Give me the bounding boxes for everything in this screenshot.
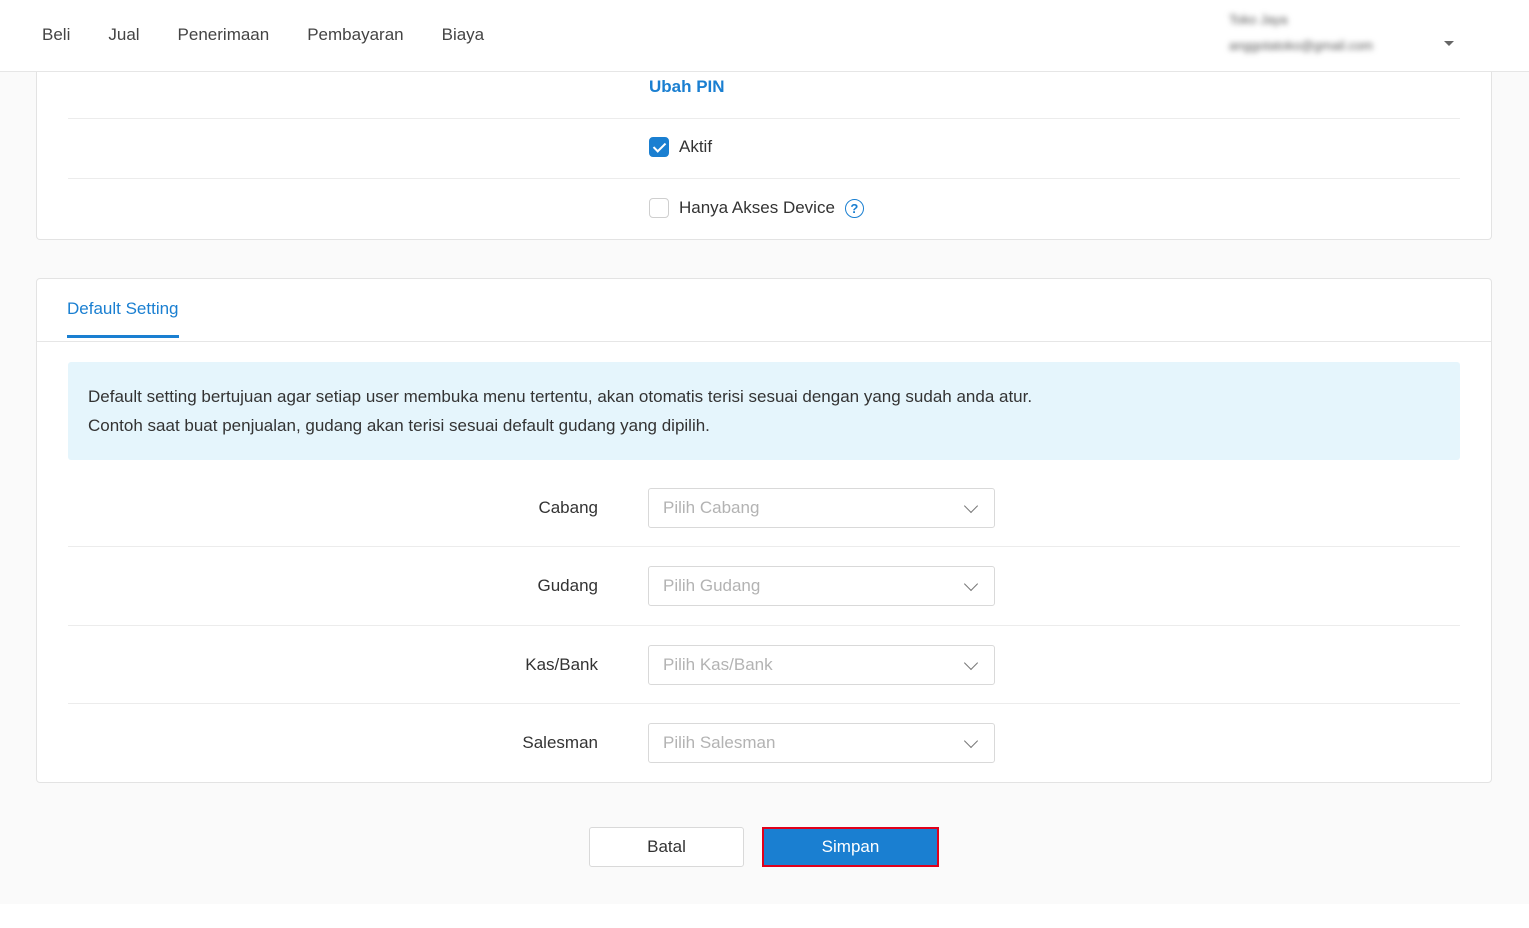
- nav-item-jual[interactable]: Jual: [108, 25, 139, 45]
- divider: [68, 703, 1460, 704]
- cabang-placeholder: Pilih Cabang: [663, 498, 760, 517]
- nav-item-pembayaran[interactable]: Pembayaran: [307, 25, 403, 45]
- info-text-line1: Default setting bertujuan agar setiap us…: [88, 387, 1033, 406]
- divider: [68, 546, 1460, 547]
- active-checkbox[interactable]: [649, 137, 669, 157]
- gudang-label: Gudang: [537, 576, 599, 595]
- caret-down-icon[interactable]: [1444, 41, 1454, 46]
- form-row-kas-bank: Kas/Bank Pilih Kas/Bank: [68, 645, 1460, 723]
- cabang-label: Cabang: [538, 498, 598, 517]
- chevron-down-icon: [963, 576, 979, 592]
- question-circle-icon[interactable]: ?: [844, 198, 864, 218]
- info-alert: Default setting bertujuan agar setiap us…: [68, 362, 1460, 460]
- kas-bank-select[interactable]: Pilih Kas/Bank: [648, 645, 995, 685]
- default-setting-card: Default Setting Default setting bertujua…: [36, 278, 1492, 783]
- salesman-label: Salesman: [522, 733, 598, 752]
- chevron-down-icon: [963, 655, 979, 671]
- device-only-checkbox[interactable]: [649, 198, 669, 218]
- salesman-select[interactable]: Pilih Salesman: [648, 723, 995, 763]
- account-settings-card: Ubah PIN Aktif Hanya Akses Device ?: [36, 72, 1492, 240]
- user-menu[interactable]: Toko Jaya anggotatoko@gmail.com: [1229, 10, 1479, 60]
- save-button[interactable]: Simpan: [762, 827, 939, 867]
- user-name: Toko Jaya: [1229, 12, 1288, 27]
- main-nav: Beli Jual Penerimaan Pembayaran Biaya: [42, 0, 522, 70]
- cancel-button[interactable]: Batal: [589, 827, 744, 867]
- active-checkbox-row: Aktif: [649, 137, 712, 157]
- salesman-placeholder: Pilih Salesman: [663, 733, 776, 752]
- main-content: Ubah PIN Aktif Hanya Akses Device ? Defa…: [0, 72, 1529, 904]
- device-only-label: Hanya Akses Device: [679, 198, 835, 217]
- gudang-placeholder: Pilih Gudang: [663, 576, 761, 595]
- kas-bank-label: Kas/Bank: [525, 655, 598, 674]
- top-navbar: Beli Jual Penerimaan Pembayaran Biaya To…: [0, 0, 1529, 72]
- gudang-select[interactable]: Pilih Gudang: [648, 566, 995, 606]
- info-text-line2: Contoh saat buat penjualan, gudang akan …: [88, 416, 710, 435]
- form-row-salesman: Salesman Pilih Salesman: [68, 723, 1460, 801]
- change-pin-link[interactable]: Ubah PIN: [649, 77, 725, 97]
- active-label: Aktif: [679, 137, 713, 156]
- tab-bar: Default Setting: [37, 279, 1491, 342]
- chevron-down-icon: [963, 498, 979, 514]
- chevron-down-icon: [963, 733, 979, 749]
- divider: [68, 625, 1460, 626]
- user-email: anggotatoko@gmail.com: [1229, 38, 1373, 53]
- kas-bank-placeholder: Pilih Kas/Bank: [663, 655, 773, 674]
- form-row-cabang: Cabang Pilih Cabang: [68, 488, 1460, 566]
- divider: [68, 178, 1460, 179]
- tab-default-setting[interactable]: Default Setting: [67, 299, 179, 338]
- nav-item-beli[interactable]: Beli: [42, 25, 70, 45]
- device-only-checkbox-row: Hanya Akses Device ?: [649, 198, 864, 218]
- nav-item-penerimaan[interactable]: Penerimaan: [178, 25, 270, 45]
- divider: [68, 118, 1460, 119]
- form-row-gudang: Gudang Pilih Gudang: [68, 566, 1460, 644]
- cabang-select[interactable]: Pilih Cabang: [648, 488, 995, 528]
- nav-item-biaya[interactable]: Biaya: [442, 25, 485, 45]
